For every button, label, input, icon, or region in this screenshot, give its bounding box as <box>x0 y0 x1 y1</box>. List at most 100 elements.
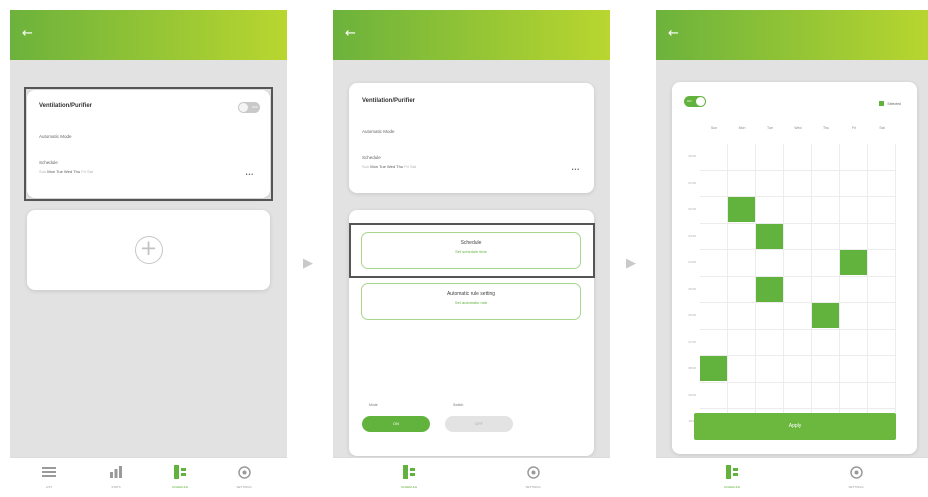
arrow-right-icon: ▶ <box>626 256 636 271</box>
grid-cell[interactable] <box>784 250 812 277</box>
selected-cell[interactable] <box>756 223 783 249</box>
grid-cell[interactable] <box>756 197 784 224</box>
more-icon[interactable]: ••• <box>572 167 580 173</box>
grid-cell[interactable] <box>728 144 756 171</box>
schedule-toggle[interactable]: ON <box>684 96 706 107</box>
grid-cell[interactable] <box>868 144 896 171</box>
grid-cell[interactable] <box>868 356 896 383</box>
nav-item-schedule[interactable]: SCHEDULE <box>160 463 200 489</box>
grid-cell[interactable] <box>700 250 728 277</box>
arrow-left-icon[interactable]: ← <box>668 26 679 41</box>
grid-cell[interactable] <box>784 223 812 250</box>
grid-cell[interactable] <box>700 144 728 171</box>
grid-cell[interactable] <box>756 356 784 383</box>
day-thu: Thu <box>396 164 404 169</box>
grid-cell[interactable] <box>812 276 840 303</box>
grid-cell[interactable] <box>840 276 868 303</box>
grid-cell[interactable] <box>756 144 784 171</box>
grid-cell[interactable] <box>784 382 812 409</box>
grid-cell[interactable] <box>868 250 896 277</box>
grid-cell[interactable] <box>784 144 812 171</box>
nav-item-settings[interactable]: SETTINGS <box>836 463 876 489</box>
device-title: Ventilation/Purifier <box>362 98 416 104</box>
nav-item-settings[interactable]: SETTINGS <box>224 463 264 489</box>
grid-cell[interactable] <box>868 170 896 197</box>
grid-cell[interactable] <box>728 329 756 356</box>
grid-cell[interactable] <box>700 276 728 303</box>
grid-cell[interactable] <box>840 303 868 330</box>
grid-cell[interactable] <box>700 197 728 224</box>
grid-cell[interactable] <box>784 170 812 197</box>
grid-cell[interactable] <box>840 329 868 356</box>
selected-cell[interactable] <box>812 303 839 328</box>
grid-cell[interactable] <box>700 170 728 197</box>
option-title: Automatic rule setting <box>446 291 496 297</box>
apply-button[interactable]: Apply <box>694 413 896 440</box>
grid-cell[interactable] <box>728 276 756 303</box>
nav-item-schedule[interactable]: SCHEDULE <box>712 463 752 489</box>
selected-cell[interactable] <box>700 356 727 381</box>
nav-item-stats[interactable]: STATS <box>96 463 136 489</box>
grid-cell[interactable] <box>784 356 812 383</box>
grid-cell[interactable] <box>700 382 728 409</box>
grid-cell[interactable] <box>812 197 840 224</box>
grid-cell[interactable] <box>840 170 868 197</box>
grid-cell[interactable] <box>840 382 868 409</box>
grid-cell[interactable] <box>756 303 784 330</box>
grid-cell[interactable] <box>784 303 812 330</box>
grid-cell[interactable] <box>868 382 896 409</box>
grid-cell[interactable] <box>840 144 868 171</box>
grid-cell[interactable] <box>784 329 812 356</box>
grid-cell[interactable] <box>728 250 756 277</box>
grid-cell[interactable] <box>868 329 896 356</box>
grid-cell[interactable] <box>728 303 756 330</box>
selected-cell[interactable] <box>840 250 867 275</box>
grid-cell[interactable] <box>812 223 840 250</box>
arrow-left-icon[interactable]: ← <box>345 26 356 41</box>
grid-cell[interactable] <box>784 276 812 303</box>
grid-cell[interactable] <box>840 223 868 250</box>
grid-cell[interactable] <box>700 329 728 356</box>
grid-cell[interactable] <box>700 303 728 330</box>
grid-cell[interactable] <box>868 223 896 250</box>
grid-cell[interactable] <box>868 303 896 330</box>
grid-cell[interactable] <box>728 223 756 250</box>
grid-cell[interactable] <box>812 382 840 409</box>
grid-cell[interactable] <box>756 382 784 409</box>
grid-cell[interactable] <box>840 197 868 224</box>
grid-cell[interactable] <box>812 356 840 383</box>
grid-cell[interactable] <box>756 329 784 356</box>
automatic-rule-option[interactable]: Automatic rule setting Set automatic rul… <box>361 283 581 320</box>
nav-item-settings[interactable]: SETTINGS <box>513 463 553 489</box>
device-card[interactable]: Ventilation/Purifier Automatic Mode Sche… <box>349 83 594 193</box>
time-label: 05:00 <box>688 286 696 291</box>
grid-cell[interactable] <box>700 223 728 250</box>
nav-label: SCHEDULE <box>400 485 418 489</box>
grid-cell[interactable] <box>812 144 840 171</box>
grid-cell[interactable] <box>812 250 840 277</box>
plus-circle-icon[interactable]: + <box>134 236 163 264</box>
schedule-grid[interactable]: Sun Mon Tue Wed Thu Fri Sat 00:00 01:00 02:00 03:0… <box>688 126 900 436</box>
nav-item-schedule[interactable]: SCHEDULE <box>389 463 429 489</box>
grid-cell[interactable] <box>728 382 756 409</box>
add-device-card[interactable]: + <box>27 210 270 290</box>
selected-cell[interactable] <box>728 197 755 222</box>
selected-cell[interactable] <box>756 276 783 302</box>
mode-on-button[interactable]: ON <box>362 416 430 432</box>
switch-off-button[interactable]: OFF <box>445 416 513 432</box>
grid-cell[interactable] <box>812 329 840 356</box>
grid-cell[interactable] <box>812 170 840 197</box>
grid-cell[interactable] <box>756 170 784 197</box>
grid-cell[interactable] <box>784 197 812 224</box>
screen-device-detail: ← Ventilation/Purifier Automatic Mode Sc… <box>333 10 610 497</box>
grid-cell[interactable] <box>840 356 868 383</box>
grid-cell[interactable] <box>868 197 896 224</box>
arrow-left-icon[interactable]: ← <box>22 26 33 41</box>
day-header: Tue <box>767 126 773 130</box>
grid-cell[interactable] <box>728 356 756 383</box>
grid-cell[interactable] <box>756 250 784 277</box>
grid-cell[interactable] <box>868 276 896 303</box>
mode-caption: Mode <box>369 403 378 407</box>
grid-cell[interactable] <box>728 170 756 197</box>
nav-item-list[interactable]: LIST <box>29 463 69 489</box>
